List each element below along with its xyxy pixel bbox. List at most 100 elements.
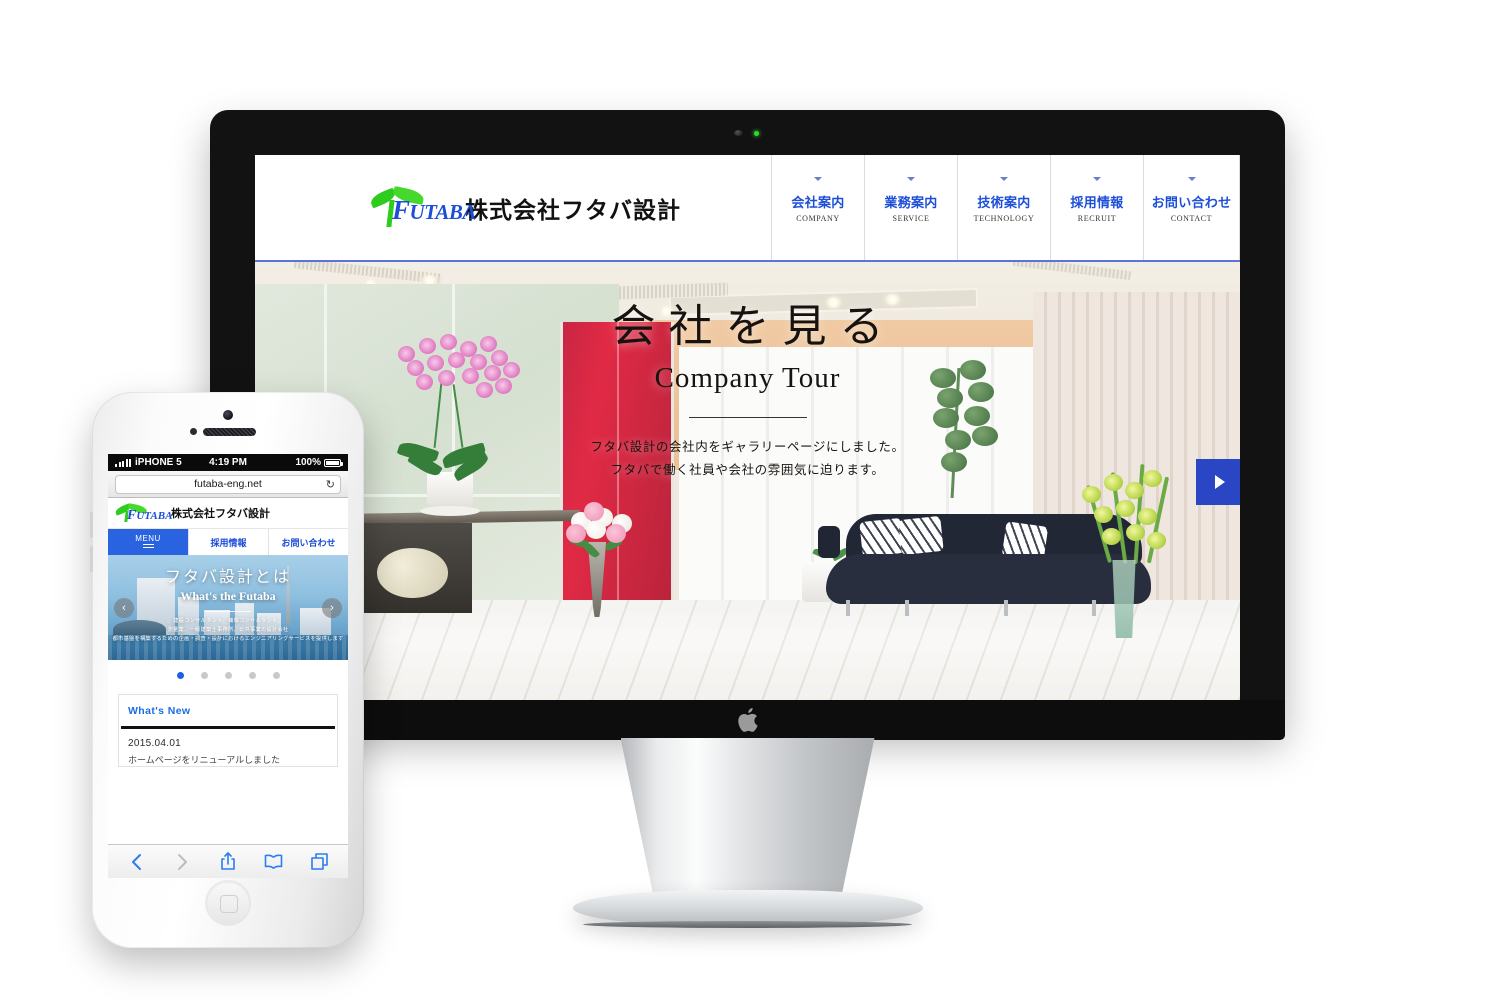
pagination-dot[interactable] bbox=[200, 671, 208, 679]
pagination-dot[interactable] bbox=[272, 671, 280, 679]
nav-label-en: TECHNOLOGY bbox=[973, 214, 1035, 223]
pagination-dot[interactable] bbox=[176, 671, 184, 679]
mobile-slider-prev-button[interactable]: ‹ bbox=[114, 597, 134, 618]
chevron-down-icon bbox=[814, 177, 822, 181]
chevron-down-icon bbox=[1093, 177, 1101, 181]
logo-word-cap: F bbox=[392, 194, 410, 225]
futaba-sprout-logo-icon: FUTABA bbox=[114, 502, 172, 523]
mobile-nav-item-contact[interactable]: お問い合わせ bbox=[268, 529, 348, 555]
volume-up-button[interactable] bbox=[90, 512, 93, 538]
whats-new-panel: What's New 2015.04.01 ホームページをリニューアルしました bbox=[118, 694, 338, 767]
hero-title-en: Company Tour bbox=[654, 362, 841, 394]
nav-label-en: CONTACT bbox=[1170, 214, 1213, 223]
mobile-slide-title-en: What's the Futaba bbox=[180, 589, 276, 603]
site-header: FUTABA 株式会社フタバ設計 会社案内 COMPANY 業務案内 SERVI… bbox=[255, 155, 1240, 260]
nav-label-en: COMPANY bbox=[796, 214, 840, 223]
pagination-dot[interactable] bbox=[224, 671, 232, 679]
reload-icon[interactable]: ↻ bbox=[326, 478, 335, 491]
nav-item-technology[interactable]: 技術案内 TECHNOLOGY bbox=[957, 155, 1050, 260]
iphone-screen: iPHONE 5 4:19 PM 100% futaba-eng.net ↻ F… bbox=[108, 454, 348, 878]
hero-subtitle-line1: フタバ設計の会社内をギャラリーページにしました。 bbox=[590, 440, 905, 454]
monitor-stand-base bbox=[572, 890, 923, 928]
mobile-slider-next-button[interactable]: › bbox=[322, 597, 342, 618]
url-input[interactable]: futaba-eng.net ↻ bbox=[115, 474, 341, 494]
signal-strength-icon bbox=[115, 458, 131, 467]
hero-caption: 会社を見る Company Tour フタバ設計の会社内をギャラリーページにしま… bbox=[255, 290, 1240, 482]
logo-word-cap: F bbox=[127, 507, 137, 523]
webcam-icon bbox=[733, 130, 743, 136]
mobile-hero-slider: フタバ設計とは What's the Futaba 建設コンサルタント、補償コン… bbox=[108, 555, 348, 660]
mobile-slide-divider bbox=[205, 611, 251, 612]
play-arrow-icon bbox=[1214, 475, 1225, 489]
forward-icon[interactable] bbox=[172, 852, 192, 872]
nav-item-service[interactable]: 業務案内 SERVICE bbox=[864, 155, 957, 260]
carrier-label: iPHONE 5 bbox=[135, 457, 182, 468]
mobile-navigation: MENU 採用情報 お問い合わせ bbox=[108, 528, 348, 555]
battery-percent-label: 100% bbox=[295, 457, 322, 468]
news-headline[interactable]: ホームページをリニューアルしました bbox=[119, 751, 337, 766]
mobile-menu-button[interactable]: MENU bbox=[108, 529, 188, 555]
desktop-screen: FUTABA 株式会社フタバ設計 会社案内 COMPANY 業務案内 SERVI… bbox=[255, 155, 1240, 700]
hero-title-ja: 会社を見る bbox=[611, 302, 897, 351]
logo-word-rest: UTABA bbox=[409, 199, 477, 224]
chevron-down-icon bbox=[1000, 177, 1008, 181]
safari-address-bar: futaba-eng.net ↻ bbox=[108, 471, 348, 498]
hero-next-slide-button[interactable] bbox=[1196, 459, 1240, 505]
monitor-stand-neck bbox=[620, 738, 875, 908]
bookmarks-icon[interactable] bbox=[264, 852, 284, 872]
mobile-site: FUTABA 株式会社フタバ設計 MENU 採用情報 お問い合わせ フタバ設計と… bbox=[108, 498, 348, 767]
mobile-menu-label: MENU bbox=[135, 534, 161, 544]
battery-icon bbox=[324, 458, 344, 467]
nav-label-en: SERVICE bbox=[892, 214, 930, 223]
url-text: futaba-eng.net bbox=[194, 478, 262, 490]
webcam-led-indicator bbox=[753, 131, 759, 136]
iphone-device: iPHONE 5 4:19 PM 100% futaba-eng.net ↻ F… bbox=[90, 392, 364, 948]
imac-display: FUTABA 株式会社フタバ設計 会社案内 COMPANY 業務案内 SERVI… bbox=[210, 110, 1285, 940]
whats-new-title: What's New bbox=[128, 705, 191, 717]
nav-item-company[interactable]: 会社案内 COMPANY bbox=[771, 155, 864, 260]
mobile-slide-title-ja: フタバ設計とは bbox=[164, 569, 291, 586]
news-date: 2015.04.01 bbox=[128, 738, 182, 749]
home-button[interactable] bbox=[206, 881, 250, 925]
share-icon[interactable] bbox=[218, 852, 238, 872]
hero-slider: 会社を見る Company Tour フタバ設計の会社内をギャラリーページにしま… bbox=[255, 260, 1240, 700]
front-camera-icon bbox=[223, 410, 233, 420]
mobile-nav-item-recruit[interactable]: 採用情報 bbox=[188, 529, 268, 555]
earpiece-speaker-icon bbox=[203, 428, 256, 436]
mobile-company-name: 株式会社フタバ設計 bbox=[171, 508, 270, 520]
volume-down-button[interactable] bbox=[90, 546, 93, 572]
mobile-slide-sub3: 都市基盤を構築するための企画・調査・設計におけるエンジニアリングサービスを提供し… bbox=[112, 636, 344, 642]
slider-pagination bbox=[108, 660, 348, 690]
monitor-bezel: FUTABA 株式会社フタバ設計 会社案内 COMPANY 業務案内 SERVI… bbox=[210, 110, 1285, 728]
mobile-slide-sub2: 測量業、一級建築士事務所、公共事業の設計会社 bbox=[167, 627, 289, 633]
nav-label-ja: 業務案内 bbox=[884, 195, 938, 210]
company-name: 株式会社フタバ設計 bbox=[465, 196, 681, 223]
nav-label-ja: 採用情報 bbox=[1070, 195, 1124, 210]
safari-bottom-toolbar bbox=[108, 844, 348, 878]
mobile-slide-sub1: 建設コンサルタント、補償コンサルタント、 bbox=[173, 618, 283, 624]
nav-item-recruit[interactable]: 採用情報 RECRUIT bbox=[1050, 155, 1143, 260]
hero-subtitle-line2: フタバで働く社員や会社の雰囲気に迫ります。 bbox=[610, 463, 885, 478]
futaba-sprout-logo-icon: FUTABA bbox=[368, 185, 476, 228]
tabs-icon[interactable] bbox=[309, 852, 329, 872]
clock-label: 4:19 PM bbox=[209, 457, 247, 468]
pagination-dot[interactable] bbox=[248, 671, 256, 679]
nav-item-contact[interactable]: お問い合わせ CONTACT bbox=[1143, 155, 1240, 260]
proximity-sensor-icon bbox=[190, 428, 197, 435]
ios-status-bar: iPHONE 5 4:19 PM 100% bbox=[108, 454, 348, 471]
nav-label-ja: 会社案内 bbox=[791, 195, 845, 210]
main-navigation: 会社案内 COMPANY 業務案内 SERVICE 技術案内 TECHNOLOG… bbox=[771, 155, 1240, 260]
back-icon[interactable] bbox=[127, 852, 147, 872]
chevron-down-icon bbox=[1187, 177, 1196, 181]
chevron-down-icon bbox=[907, 177, 915, 181]
site-brand[interactable]: FUTABA 株式会社フタバ設計 bbox=[255, 155, 771, 260]
monitor-chin bbox=[210, 700, 1285, 740]
nav-label-ja: お問い合わせ bbox=[1151, 195, 1232, 210]
apple-logo-icon bbox=[737, 708, 758, 732]
mobile-site-header[interactable]: FUTABA 株式会社フタバ設計 bbox=[108, 498, 348, 528]
nav-label-ja: 技術案内 bbox=[977, 195, 1031, 210]
logo-word-rest: UTABA bbox=[136, 509, 173, 522]
mobile-slide-caption: フタバ設計とは What's the Futaba 建設コンサルタント、補償コン… bbox=[108, 563, 348, 644]
hamburger-icon bbox=[142, 544, 154, 550]
hero-divider bbox=[688, 417, 807, 418]
